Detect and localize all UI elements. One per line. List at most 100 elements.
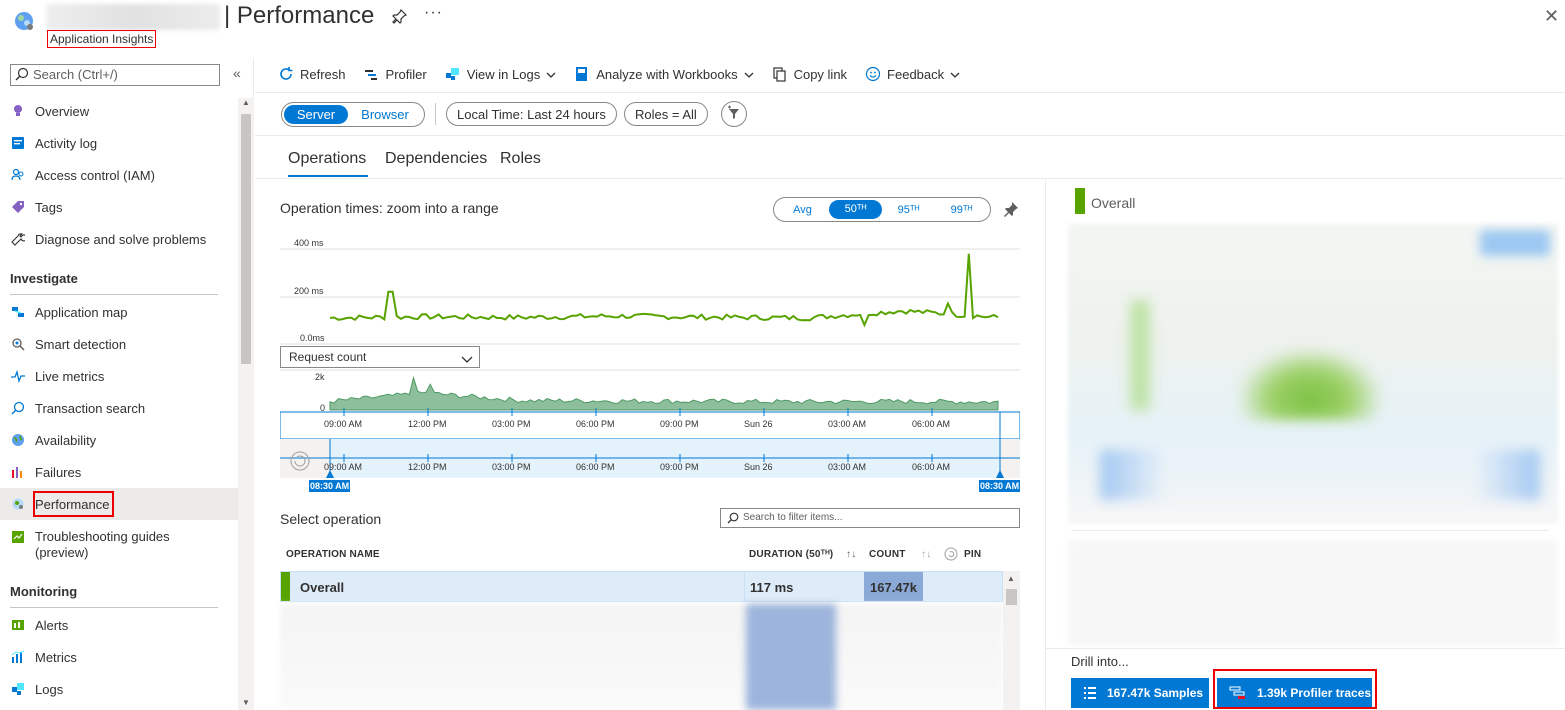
metric-select-dropdown[interactable]: Request count xyxy=(280,346,480,368)
sidebar-item-failures[interactable]: Failures xyxy=(0,456,238,488)
resource-name-redacted xyxy=(46,4,220,30)
percentile-50th[interactable]: 50ᵀᴴ xyxy=(829,200,882,219)
feedback-button[interactable]: Feedback xyxy=(865,64,960,84)
view-in-logs-button[interactable]: View in Logs xyxy=(445,64,556,84)
performance-highlight-box xyxy=(33,491,114,517)
performance-icon xyxy=(10,496,26,512)
sidebar-item-smart-detection[interactable]: Smart detection xyxy=(0,328,238,360)
sidebar-item-activity-log[interactable]: Activity log xyxy=(0,127,238,159)
sidebar-item-overview[interactable]: Overview xyxy=(0,95,238,127)
table-row[interactable]: Overall 117 ms 167.47k xyxy=(280,571,1003,602)
select-operation-title: Select operation xyxy=(280,511,382,527)
add-filter-icon xyxy=(726,105,742,124)
sidebar-scrollbar-thumb[interactable] xyxy=(241,114,251,364)
people-icon xyxy=(10,167,26,183)
sidebar-item-label: Smart detection xyxy=(35,336,127,352)
column-header-count[interactable]: COUNT xyxy=(869,549,906,560)
sidebar-item-label: Overview xyxy=(35,103,90,119)
pulse-icon xyxy=(10,368,26,384)
server-toggle-option[interactable]: Server xyxy=(284,105,348,124)
blurred-table-rows xyxy=(280,604,1003,710)
server-browser-toggle[interactable]: Server Browser xyxy=(281,102,425,127)
sidebar-item-live-metrics[interactable]: Live metrics xyxy=(0,360,238,392)
sidebar-item-label: Availability xyxy=(35,432,97,448)
chevron-down-icon xyxy=(950,67,960,82)
search-icon xyxy=(727,512,739,531)
more-options-icon[interactable]: ··· xyxy=(424,4,443,22)
sidebar-item-application-map[interactable]: Application map xyxy=(0,296,238,328)
sidebar-item-label: Troubleshooting guides (preview) xyxy=(35,529,170,560)
operation-filter-input[interactable]: Search to filter items... xyxy=(720,508,1020,528)
sidebar-item-diagnose[interactable]: Diagnose and solve problems xyxy=(0,223,238,255)
blurred-button xyxy=(1480,230,1550,256)
chevron-down-icon xyxy=(744,67,754,82)
column-header-operation-name[interactable]: OPERATION NAME xyxy=(286,549,380,560)
sidebar-scrollbar[interactable]: ▲ ▼ xyxy=(238,98,254,710)
copy-link-button[interactable]: Copy link xyxy=(772,64,847,84)
sidebar-item-tags[interactable]: Tags xyxy=(0,191,238,223)
analyze-workbooks-button[interactable]: Analyze with Workbooks xyxy=(574,64,754,84)
x-tick-label: 09:00 AM xyxy=(324,419,362,429)
activity-log-icon xyxy=(10,135,26,151)
sidebar-item-alerts[interactable]: Alerts xyxy=(0,609,238,641)
refresh-button[interactable]: Refresh xyxy=(278,64,346,84)
x-tick-label: 09:00 AM xyxy=(324,462,362,472)
x-tick-label: 06:00 PM xyxy=(576,419,615,429)
pin-chart-icon[interactable] xyxy=(1002,200,1020,221)
sidebar-item-access-control[interactable]: Access control (IAM) xyxy=(0,159,238,191)
collapse-sidebar-icon[interactable]: « xyxy=(233,65,241,81)
profiler-highlight-box xyxy=(1213,669,1377,709)
column-header-duration[interactable]: DURATION (50ᵀᴴ) xyxy=(749,549,833,560)
roles-filter[interactable]: Roles = All xyxy=(624,102,708,126)
blurred-insights xyxy=(1068,540,1558,645)
tab-dependencies[interactable]: Dependencies xyxy=(385,150,487,168)
operation-filter-placeholder: Search to filter items... xyxy=(743,512,843,523)
analyze-workbooks-label: Analyze with Workbooks xyxy=(596,66,738,82)
metric-select-value: Request count xyxy=(289,350,367,364)
sidebar-search-placeholder: Search (Ctrl+/) xyxy=(33,67,118,82)
sort-icon[interactable]: ↑↓ xyxy=(921,549,931,560)
logs-icon xyxy=(10,681,26,697)
profiler-button[interactable]: Profiler xyxy=(364,64,427,84)
x-tick-label: 03:00 PM xyxy=(492,419,531,429)
sidebar-search-input[interactable]: Search (Ctrl+/) xyxy=(10,64,220,86)
y-tick-label: 400 ms xyxy=(294,238,324,248)
globe-icon xyxy=(10,432,26,448)
sort-icon[interactable]: ↑↓ xyxy=(846,549,856,560)
list-icon xyxy=(1083,686,1097,701)
samples-label: 167.47k Samples xyxy=(1107,686,1204,700)
percentile-avg[interactable]: Avg xyxy=(776,204,829,216)
app-map-icon xyxy=(10,304,26,320)
percentile-95th[interactable]: 95ᵀᴴ xyxy=(882,204,935,216)
scroll-up-icon[interactable]: ▲ xyxy=(242,98,250,107)
page-title: | Performance xyxy=(224,2,375,29)
pin-icon[interactable] xyxy=(392,8,408,27)
sidebar-item-troubleshooting[interactable]: Troubleshooting guides (preview) xyxy=(0,526,238,564)
percentile-selector[interactable]: Avg 50ᵀᴴ 95ᵀᴴ 99ᵀᴴ xyxy=(773,197,991,222)
right-panel-divider xyxy=(1045,179,1046,710)
tab-roles[interactable]: Roles xyxy=(500,150,541,168)
y-tick-label: 200 ms xyxy=(294,286,324,296)
profiler-icon xyxy=(364,66,380,83)
sidebar-item-logs[interactable]: Logs xyxy=(0,673,238,705)
scroll-down-icon[interactable]: ▼ xyxy=(242,698,250,707)
browser-toggle-option[interactable]: Browser xyxy=(348,107,422,122)
scroll-up-icon[interactable]: ▲ xyxy=(1007,574,1015,583)
filter-bar-divider xyxy=(255,135,1565,136)
tab-operations[interactable]: Operations xyxy=(288,150,366,168)
samples-button[interactable]: 167.47k Samples xyxy=(1071,678,1209,708)
sidebar-item-availability[interactable]: Availability xyxy=(0,424,238,456)
table-scrollbar-thumb[interactable] xyxy=(1006,589,1017,605)
view-in-logs-label: View in Logs xyxy=(466,66,541,82)
right-panel-title: Overall xyxy=(1091,195,1136,211)
sidebar-item-label: Failures xyxy=(35,464,82,480)
copy-link-label: Copy link xyxy=(793,66,848,82)
sidebar: Search (Ctrl+/) « Overview Activity log … xyxy=(0,58,254,710)
percentile-99th[interactable]: 99ᵀᴴ xyxy=(935,204,988,216)
sidebar-item-metrics[interactable]: Metrics xyxy=(0,641,238,673)
add-filter-button[interactable] xyxy=(721,101,747,127)
bar-chart-icon xyxy=(10,464,26,480)
time-range-filter[interactable]: Local Time: Last 24 hours xyxy=(446,102,617,126)
sidebar-item-transaction-search[interactable]: Transaction search xyxy=(0,392,238,424)
close-icon[interactable]: ✕ xyxy=(1544,6,1559,27)
